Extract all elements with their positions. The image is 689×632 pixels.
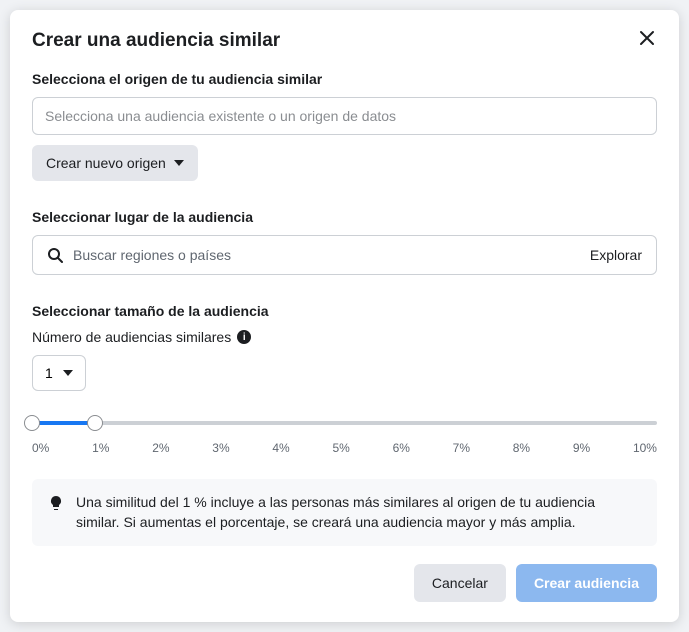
tick: 2% <box>152 441 169 455</box>
source-input[interactable] <box>32 97 657 135</box>
cancel-button[interactable]: Cancelar <box>414 564 506 602</box>
slider-fill <box>32 421 95 425</box>
search-icon <box>47 247 63 263</box>
create-source-button[interactable]: Crear nuevo origen <box>32 145 198 181</box>
slider-track <box>32 421 657 425</box>
tick: 9% <box>573 441 590 455</box>
caret-down-icon <box>63 370 73 376</box>
close-button[interactable] <box>637 28 657 53</box>
caret-down-icon <box>174 160 184 166</box>
tick: 0% <box>32 441 49 455</box>
slider-ticks: 0% 1% 2% 3% 4% 5% 6% 7% 8% 9% 10% <box>32 441 657 455</box>
size-label: Seleccionar tamaño de la audiencia <box>32 303 657 319</box>
location-section: Seleccionar lugar de la audiencia Explor… <box>32 209 657 275</box>
slider-thumb-start[interactable] <box>24 415 40 431</box>
tip-text: Una similitud del 1 % incluye a las pers… <box>76 493 641 532</box>
browse-button[interactable]: Explorar <box>590 247 642 263</box>
lightbulb-icon <box>48 495 64 511</box>
location-label: Seleccionar lugar de la audiencia <box>32 209 657 225</box>
location-search[interactable]: Explorar <box>32 235 657 275</box>
count-select[interactable]: 1 <box>32 355 86 391</box>
source-section: Selecciona el origen de tu audiencia sim… <box>32 71 657 181</box>
count-label: Número de audiencias similares <box>32 329 231 345</box>
tick: 10% <box>633 441 657 455</box>
tick: 8% <box>513 441 530 455</box>
count-value: 1 <box>45 365 53 381</box>
create-source-label: Crear nuevo origen <box>46 155 166 171</box>
size-slider[interactable] <box>32 413 657 433</box>
close-icon <box>637 28 657 48</box>
slider-thumb-end[interactable] <box>87 415 103 431</box>
tip-box: Una similitud del 1 % incluye a las pers… <box>32 479 657 546</box>
info-icon[interactable]: i <box>237 330 251 344</box>
location-input[interactable] <box>73 247 580 263</box>
create-button[interactable]: Crear audiencia <box>516 564 657 602</box>
modal-footer: Cancelar Crear audiencia <box>32 564 657 602</box>
modal-title: Crear una audiencia similar <box>32 30 280 52</box>
size-section: Seleccionar tamaño de la audiencia Númer… <box>32 303 657 546</box>
tick: 3% <box>212 441 229 455</box>
tick: 1% <box>92 441 109 455</box>
tick: 7% <box>453 441 470 455</box>
tick: 4% <box>272 441 289 455</box>
tick: 6% <box>393 441 410 455</box>
source-label: Selecciona el origen de tu audiencia sim… <box>32 71 657 87</box>
lookalike-modal: Crear una audiencia similar Selecciona e… <box>10 10 679 622</box>
tick: 5% <box>332 441 349 455</box>
